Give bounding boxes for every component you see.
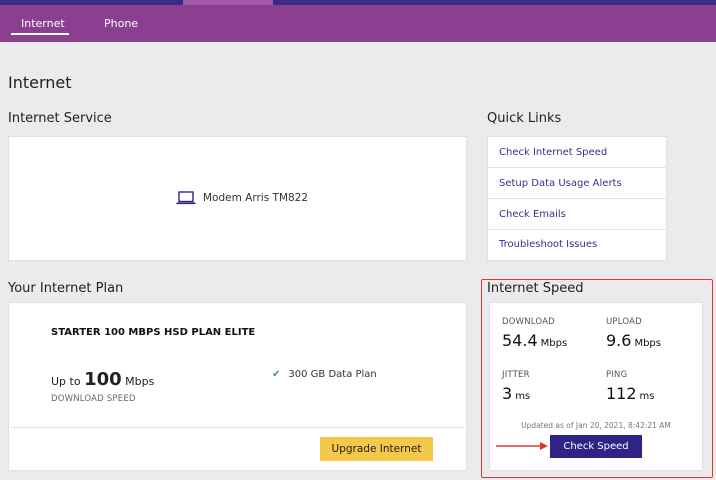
checkmark-icon: ✔	[272, 369, 281, 380]
internet-speed-highlight	[481, 279, 713, 478]
plan-speed: Up to 100 Mbps	[51, 369, 154, 390]
tab-internet[interactable]: Internet	[21, 17, 65, 30]
quick-link-setup-data-usage-alerts[interactable]: Setup Data Usage Alerts	[487, 168, 667, 199]
internet-plan-title: Your Internet Plan	[8, 281, 124, 296]
tab-phone[interactable]: Phone	[104, 17, 138, 30]
divider	[10, 427, 465, 428]
quick-links-title: Quick Links	[487, 111, 562, 126]
top-accent-strip-active	[183, 0, 273, 5]
page-title: Internet	[8, 73, 72, 92]
download-speed-label: DOWNLOAD SPEED	[51, 394, 136, 404]
quick-link-check-emails[interactable]: Check Emails	[487, 199, 667, 230]
up-to-prefix: Up to	[51, 375, 81, 388]
plan-speed-unit: Mbps	[125, 375, 155, 388]
quick-link-check-internet-speed[interactable]: Check Internet Speed	[487, 137, 667, 168]
quick-link-troubleshoot-issues[interactable]: Troubleshoot Issues	[487, 229, 667, 260]
top-accent-strip	[273, 0, 716, 5]
plan-speed-value: 100	[84, 369, 122, 390]
modem-info: Modem Arris TM822	[176, 191, 308, 205]
upgrade-internet-button[interactable]: Upgrade Internet	[320, 437, 433, 461]
data-plan-feature: ✔ 300 GB Data Plan	[272, 369, 377, 380]
modem-label: Modem Arris TM822	[203, 192, 309, 204]
internet-service-title: Internet Service	[8, 111, 112, 126]
top-accent-strip	[0, 0, 183, 5]
plan-name: STARTER 100 MBPS HSD PLAN ELITE	[51, 327, 256, 338]
laptop-icon	[176, 191, 196, 205]
data-plan-label: 300 GB Data Plan	[288, 369, 377, 380]
active-tab-indicator	[11, 33, 69, 35]
